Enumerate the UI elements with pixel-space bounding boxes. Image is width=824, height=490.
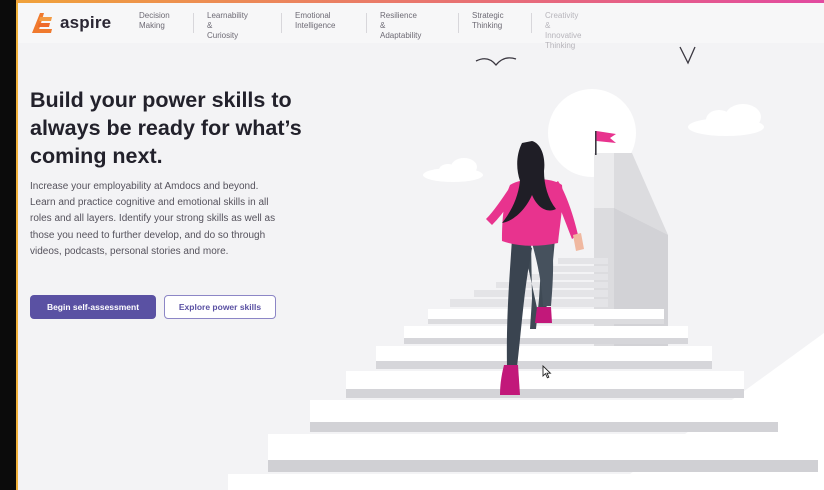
- nav-divider: [193, 13, 194, 33]
- nav-item-creativity[interactable]: Creativity & Innovative Thinking: [545, 11, 581, 51]
- cloud-icon: [688, 104, 764, 136]
- nav-divider: [531, 13, 532, 33]
- brand-logo[interactable]: aspire: [30, 9, 111, 37]
- begin-self-assessment-button[interactable]: Begin self-assessment: [30, 295, 156, 319]
- nav-item-learnability[interactable]: Learnability & Curiosity: [207, 11, 248, 41]
- nav-item-resilience[interactable]: Resilience & Adaptability: [380, 11, 421, 41]
- top-navigation: aspire Decision Making Learnability & Cu…: [18, 3, 824, 50]
- aspire-logo-icon: [32, 13, 52, 33]
- mouse-cursor-icon: [542, 365, 552, 379]
- bird-icon: [475, 57, 517, 67]
- nav-divider: [366, 13, 367, 33]
- brand-name: aspire: [60, 13, 112, 32]
- screen-frame: aspire Decision Making Learnability & Cu…: [0, 0, 824, 490]
- nav-item-emotional-intelligence[interactable]: Emotional Intelligence: [295, 11, 335, 31]
- hero-headline: Build your power skills to always be rea…: [30, 88, 302, 168]
- cloud-icon: [423, 158, 483, 182]
- nav-item-strategic-thinking[interactable]: Strategic Thinking: [472, 11, 504, 31]
- page: aspire Decision Making Learnability & Cu…: [18, 3, 824, 490]
- nav-item-decision-making[interactable]: Decision Making: [139, 11, 170, 31]
- bird-icon: [679, 46, 696, 65]
- hero-intro-text: Increase your employability at Amdocs an…: [30, 181, 276, 257]
- nav-divider: [281, 13, 282, 33]
- nav-divider: [458, 13, 459, 33]
- explore-power-skills-button[interactable]: Explore power skills: [164, 295, 276, 319]
